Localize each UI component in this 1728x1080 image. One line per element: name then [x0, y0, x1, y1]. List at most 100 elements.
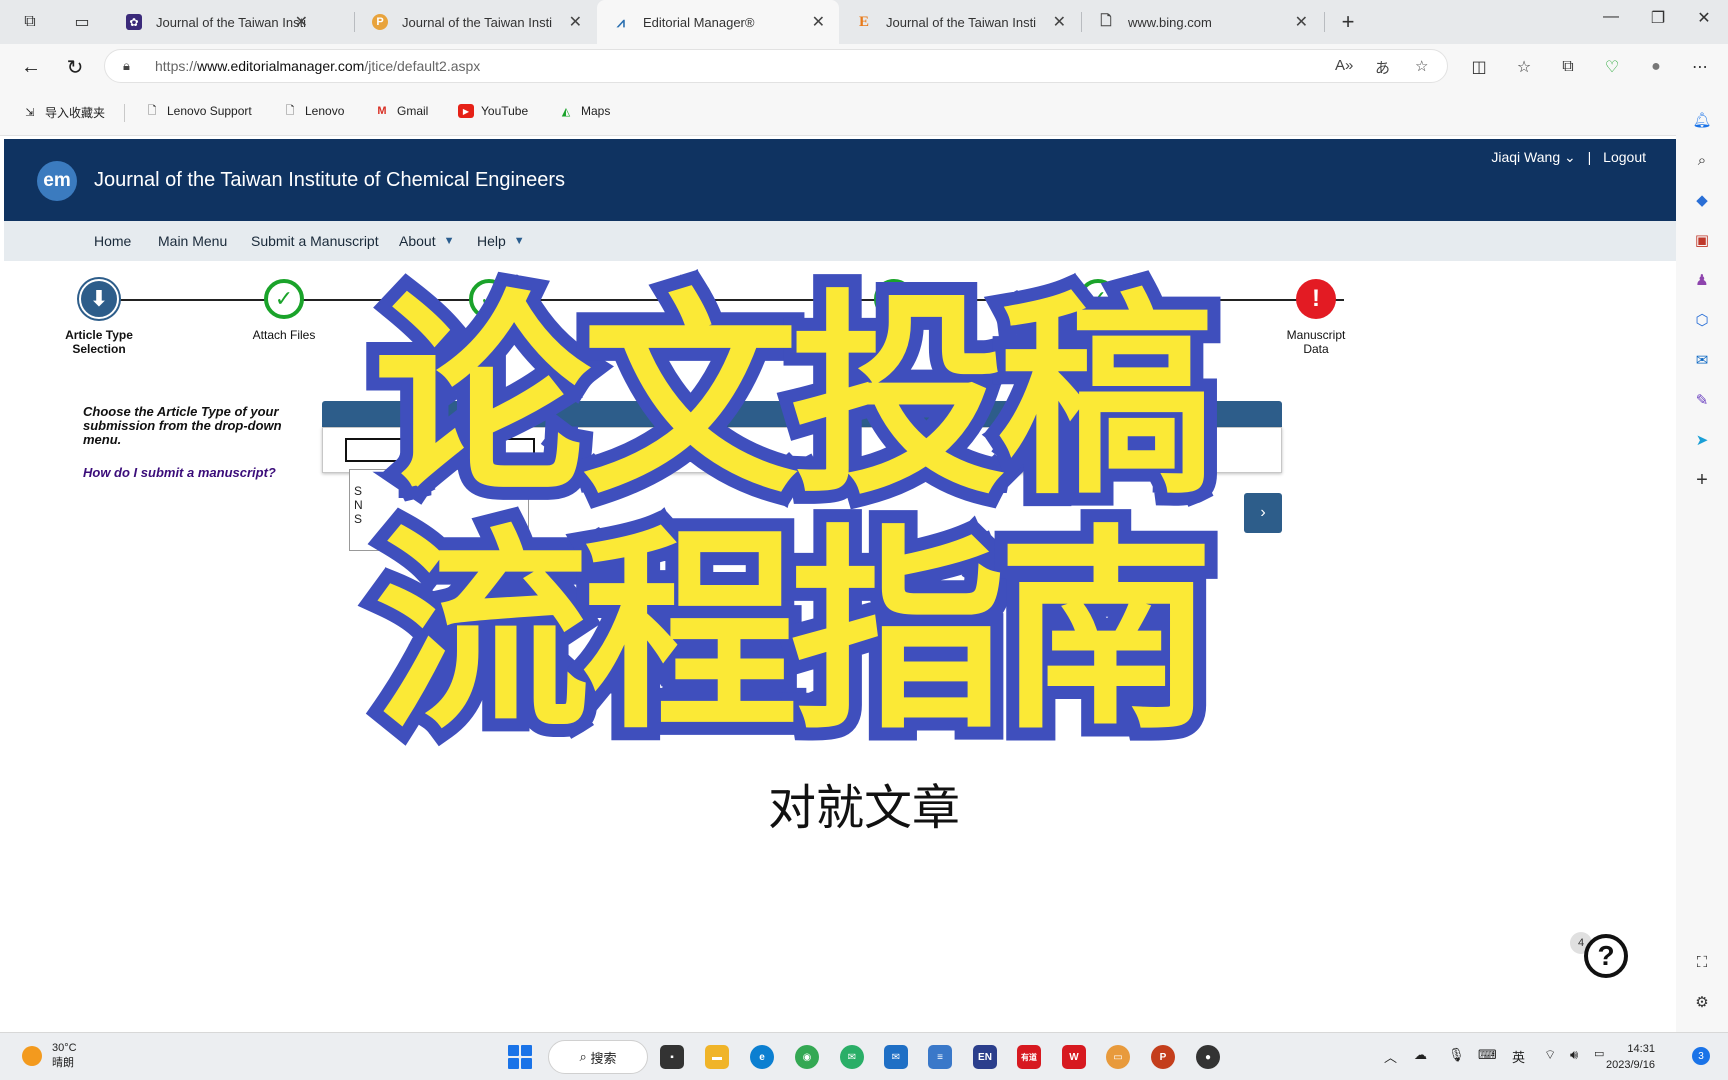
editorial-manager-icon: ⩘ — [617, 13, 625, 30]
favorites-icon[interactable]: ☆ — [1512, 55, 1536, 79]
windows-start-icon[interactable] — [508, 1045, 532, 1069]
notification-count-badge[interactable]: 3 — [1692, 1047, 1710, 1065]
how-to-submit-link[interactable]: How do I submit a manuscript? — [83, 465, 276, 480]
nav-about-label: About — [399, 233, 436, 249]
more-menu-icon[interactable]: ⋯ — [1688, 55, 1712, 79]
close-tab-icon[interactable]: ✕ — [1053, 12, 1066, 32]
designer-icon[interactable]: ✎ — [1690, 388, 1714, 412]
collections-icon[interactable]: ⧉ — [1556, 55, 1580, 79]
window-close-icon[interactable]: ✕ — [1690, 8, 1718, 28]
notepad-icon[interactable]: ≡ — [928, 1045, 952, 1069]
nav-help[interactable]: Help ▼ — [477, 233, 525, 249]
screenshot-icon[interactable]: ⛶ — [1690, 950, 1714, 974]
volume-icon[interactable]: 🔊︎ — [1570, 1047, 1578, 1063]
close-tab-icon[interactable]: ✕ — [295, 12, 308, 32]
nav-about[interactable]: About ▼ — [399, 233, 454, 249]
workspaces-icon[interactable]: ⧉ — [18, 10, 42, 34]
step-attach-files[interactable]: ✓ — [264, 279, 304, 319]
file-explorer-icon[interactable]: ▬ — [705, 1045, 729, 1069]
outlook-icon[interactable]: ✉ — [1690, 348, 1714, 372]
en-dictionary-icon[interactable]: EN — [973, 1045, 997, 1069]
nav-main-menu[interactable]: Main Menu — [158, 233, 227, 249]
edge-icon[interactable]: e — [750, 1045, 774, 1069]
bookmark-import[interactable]: ⇲ 导入收藏夹 — [22, 104, 105, 121]
url-domain: www.editorialmanager.com — [197, 58, 365, 74]
mail-icon[interactable]: ✉ — [884, 1045, 908, 1069]
address-bar[interactable]: 🔒︎ https://www.editorialmanager.com/jtic… — [104, 49, 1448, 83]
tools-briefcase-icon[interactable]: ▣ — [1690, 228, 1714, 252]
notification-bell-icon[interactable]: 🔔︎ — [1690, 108, 1714, 132]
nav-home[interactable]: Home — [94, 233, 131, 249]
bookmark-lenovo[interactable]: 🗋 Lenovo — [282, 104, 345, 118]
bookmark-gmail[interactable]: M Gmail — [374, 104, 428, 118]
show-hidden-icons-icon[interactable]: ︿ — [1384, 1047, 1397, 1066]
back-icon[interactable]: ← — [18, 54, 44, 80]
browser-essentials-icon[interactable]: ♡ — [1600, 55, 1624, 79]
browser-tab-3-active[interactable]: ⩘ Editorial Manager® ✕ — [597, 0, 839, 44]
user-name-link[interactable]: Jiaqi Wang — [1491, 149, 1560, 165]
close-tab-icon[interactable]: ✕ — [1295, 12, 1308, 32]
favorite-star-icon[interactable]: ☆ — [1415, 57, 1428, 75]
search-icon[interactable]: ⌕ — [1690, 148, 1714, 172]
youdao-icon[interactable]: 有道 — [1017, 1045, 1041, 1069]
refresh-icon[interactable]: ↻ — [62, 54, 88, 80]
chevron-down-icon[interactable]: ⌄ — [1560, 149, 1576, 165]
temperature: 30°C — [52, 1042, 77, 1054]
lock-icon: 🔒︎ — [123, 58, 130, 73]
tab-actions-icon[interactable]: ▭ — [70, 10, 94, 34]
bookmark-youtube[interactable]: ▶ YouTube — [458, 104, 528, 118]
games-icon[interactable]: ♟ — [1690, 268, 1714, 292]
browser-toolbar: ← ↻ 🔒︎ https://www.editorialmanager.com/… — [0, 44, 1728, 88]
powerpoint-icon[interactable]: P — [1151, 1045, 1175, 1069]
minimize-icon[interactable]: — — [1597, 8, 1625, 26]
split-screen-icon[interactable]: ◫ — [1467, 55, 1491, 79]
bookmark-label: Gmail — [397, 104, 429, 118]
translate-icon[interactable]: あ — [1375, 57, 1390, 78]
logout-link[interactable]: Logout — [1603, 149, 1646, 165]
journal-title: Journal of the Taiwan Institute of Chemi… — [94, 169, 566, 191]
close-tab-icon[interactable]: ✕ — [569, 12, 582, 32]
step-article-type[interactable]: ⬇ — [79, 279, 119, 319]
recorder-icon[interactable]: ● — [1196, 1045, 1220, 1069]
read-aloud-icon[interactable]: A» — [1335, 57, 1353, 74]
wifi-icon[interactable]: ⌔ — [1544, 1047, 1556, 1063]
step-manuscript-data[interactable]: ! — [1296, 279, 1336, 319]
page-icon: 🗋 — [1100, 12, 1112, 28]
microphone-icon[interactable]: 🎙︎ — [1448, 1047, 1465, 1063]
new-tab-icon[interactable]: + — [1336, 9, 1360, 34]
bookmark-maps[interactable]: ◭ Maps — [558, 104, 611, 118]
help-question-icon[interactable]: ? — [1584, 934, 1628, 978]
chrome-icon[interactable]: ◉ — [795, 1045, 819, 1069]
add-sidebar-icon[interactable]: + — [1690, 468, 1714, 492]
system-clock[interactable]: 14:31 2023/9/16 — [1606, 1041, 1655, 1073]
app-icon[interactable]: ▭ — [1106, 1045, 1130, 1069]
shopping-tag-icon[interactable]: ◆ — [1690, 188, 1714, 212]
gmail-icon: M — [377, 105, 387, 117]
time: 14:31 — [1627, 1043, 1655, 1055]
onedrive-icon[interactable]: ☁ — [1414, 1047, 1427, 1063]
settings-gear-icon[interactable]: ⚙ — [1690, 990, 1714, 1014]
battery-icon[interactable]: ▭ — [1594, 1047, 1604, 1060]
nav-submit-manuscript[interactable]: Submit a Manuscript — [251, 233, 379, 249]
wechat-icon[interactable]: ✉ — [840, 1045, 864, 1069]
profile-icon[interactable]: ● — [1644, 55, 1668, 79]
weather-widget[interactable]: 30°C 晴朗 — [22, 1041, 77, 1071]
wps-icon[interactable]: W — [1062, 1045, 1086, 1069]
task-view-icon[interactable]: ▪ — [660, 1045, 684, 1069]
ime-indicator[interactable]: 英 — [1512, 1047, 1525, 1066]
taskbar-search[interactable]: ⌕ 搜索 — [548, 1040, 648, 1074]
sun-icon — [22, 1046, 42, 1066]
browser-tab-4[interactable]: E Journal of the Taiwan Instit ✕ — [840, 0, 1080, 44]
drop-icon[interactable]: ➤ — [1690, 428, 1714, 452]
microsoft365-icon[interactable]: ⬡ — [1690, 308, 1714, 332]
bookmark-lenovo-support[interactable]: 🗋 Lenovo Support — [144, 104, 252, 118]
browser-tab-2[interactable]: P Journal of the Taiwan Instit ✕ — [356, 0, 596, 44]
browser-tab-1[interactable]: ✿ Journal of the Taiwan Instit ✕ — [110, 0, 322, 44]
url-text[interactable]: https://www.editorialmanager.com/jtice/d… — [155, 58, 480, 74]
bookmark-label: Lenovo Support — [167, 104, 252, 118]
close-tab-icon[interactable]: ✕ — [812, 12, 825, 32]
browser-tab-5[interactable]: 🗋 www.bing.com ✕ — [1082, 0, 1322, 44]
restore-icon[interactable]: ❐ — [1644, 8, 1672, 28]
keyboard-icon[interactable]: ⌨ — [1478, 1047, 1497, 1063]
site-nav: Home Main Menu Submit a Manuscript About… — [4, 221, 1676, 261]
